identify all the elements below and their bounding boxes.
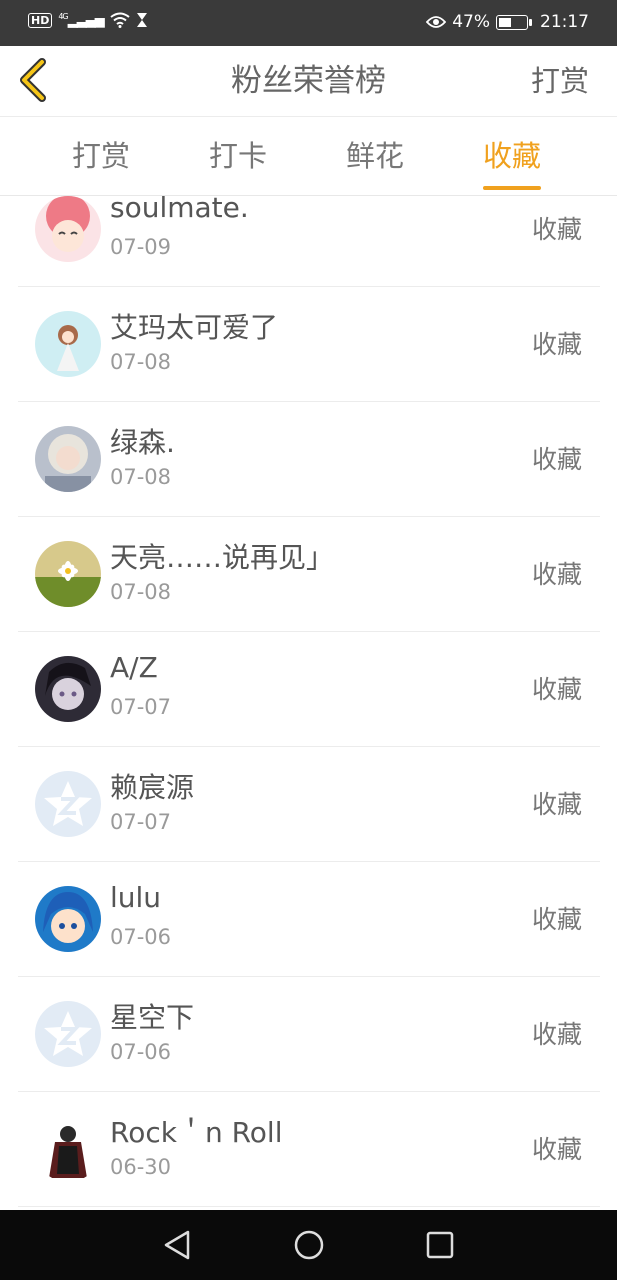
- tab-flowers[interactable]: 鲜花: [346, 117, 404, 195]
- fan-name: soulmate.: [110, 196, 249, 224]
- battery-percent: 47%: [452, 12, 490, 32]
- fan-name: 天亮……说再见」: [110, 541, 335, 574]
- avatar: [35, 426, 101, 492]
- avatar: [35, 196, 101, 262]
- avatar: [35, 771, 101, 837]
- back-button[interactable]: [14, 56, 54, 104]
- eye-icon: [426, 16, 447, 28]
- fan-name: A/Z: [110, 651, 158, 684]
- hourglass-icon: [136, 13, 147, 28]
- fan-action: 收藏: [531, 445, 582, 474]
- fan-action: 收藏: [531, 905, 582, 934]
- list-item[interactable]: 赖宸源 07-07 收藏: [18, 746, 600, 862]
- tab-favorites[interactable]: 收藏: [483, 117, 542, 195]
- hd-icon: HD: [28, 12, 53, 28]
- fan-action: 收藏: [531, 215, 582, 244]
- status-left: HD 4G▂▃▄▅: [28, 12, 148, 28]
- page-title: 粉丝荣誉榜: [231, 63, 386, 99]
- fan-name: Rock＇n Roll: [110, 1116, 283, 1149]
- fan-name: 星空下: [110, 1001, 195, 1034]
- list-item[interactable]: 星空下 07-06 收藏: [18, 976, 600, 1092]
- recents-square-icon: [426, 1231, 454, 1259]
- list-item[interactable]: soulmate. 07-09 收藏: [18, 196, 600, 287]
- fan-action: 收藏: [531, 560, 582, 589]
- avatar: [35, 656, 101, 722]
- list-item[interactable]: 天亮……说再见」 07-08 收藏: [18, 516, 600, 632]
- battery-icon: [496, 14, 532, 30]
- avatar: [35, 1001, 101, 1067]
- fan-date: 07-06: [110, 925, 172, 949]
- list-item[interactable]: lulu 07-06 收藏: [18, 861, 600, 977]
- tab-reward[interactable]: 打赏: [72, 117, 130, 195]
- fan-date: 07-08: [110, 580, 172, 604]
- fan-date: 07-07: [110, 810, 172, 834]
- signal-icon: 4G▂▃▄▅: [58, 12, 104, 29]
- fan-name: lulu: [110, 881, 162, 914]
- nav-home-button[interactable]: [289, 1227, 329, 1263]
- reward-button[interactable]: 打赏: [531, 46, 589, 116]
- fan-name: 艾玛太可爱了: [110, 311, 279, 344]
- wifi-icon: [110, 12, 130, 29]
- fan-name: 赖宸源: [110, 771, 195, 804]
- fan-date: 06-30: [110, 1155, 172, 1179]
- avatar: [35, 886, 101, 952]
- back-triangle-icon: [164, 1230, 190, 1260]
- system-nav-bar: [0, 1210, 617, 1280]
- fan-date: 07-09: [110, 235, 172, 259]
- status-bar: HD 4G▂▃▄▅ 47% 21:17: [0, 0, 617, 46]
- fan-name: 绿森.: [110, 426, 175, 459]
- avatar: [35, 541, 101, 607]
- tab-checkin[interactable]: 打卡: [209, 117, 267, 195]
- status-right: 47% 21:17: [426, 12, 589, 32]
- fan-action: 收藏: [531, 330, 582, 359]
- tab-bar: 打赏 打卡 鲜花 收藏: [0, 117, 617, 196]
- fan-action: 收藏: [531, 790, 582, 819]
- list-item[interactable]: 绿森. 07-08 收藏: [18, 401, 600, 517]
- nav-back-button[interactable]: [158, 1227, 198, 1263]
- fan-date: 07-08: [110, 350, 172, 374]
- fan-date: 07-06: [110, 1040, 172, 1064]
- fan-action: 收藏: [531, 675, 582, 704]
- fan-date: 07-08: [110, 465, 172, 489]
- list-item[interactable]: A/Z 07-07 收藏: [18, 631, 600, 747]
- nav-recents-button[interactable]: [420, 1227, 460, 1263]
- fan-list[interactable]: soulmate. 07-09 收藏 艾玛太可爱了 07-08 收藏 绿森. 0…: [0, 196, 617, 1210]
- fan-action: 收藏: [531, 1020, 582, 1049]
- clock: 21:17: [540, 12, 589, 32]
- home-circle-icon: [294, 1230, 324, 1260]
- list-item[interactable]: 艾玛太可爱了 07-08 收藏: [18, 286, 600, 402]
- list-item[interactable]: Rock＇n Roll 06-30 收藏: [18, 1091, 600, 1207]
- fan-action: 收藏: [531, 1135, 582, 1164]
- fan-date: 07-07: [110, 695, 172, 719]
- avatar: [35, 311, 101, 377]
- avatar: [35, 1116, 101, 1182]
- chevron-left-icon: [20, 58, 46, 102]
- app-header: 粉丝荣誉榜 打赏: [0, 46, 617, 117]
